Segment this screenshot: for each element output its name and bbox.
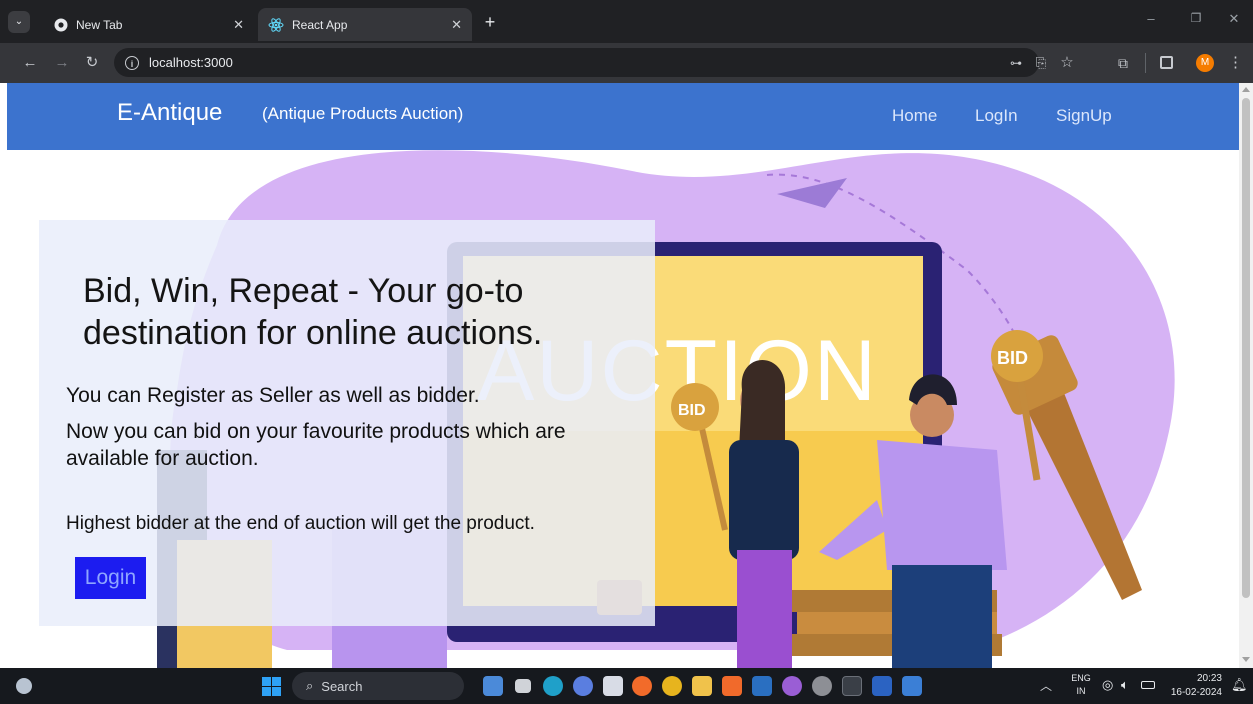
hero-line-winner: Highest bidder at the end of auction wil… — [66, 513, 535, 534]
bid-sign-text: BID — [997, 348, 1028, 368]
store-icon[interactable] — [603, 676, 623, 696]
region-code: IN — [1076, 686, 1086, 696]
bid-sign-text: BID — [678, 402, 706, 419]
weather-widget-icon[interactable] — [16, 678, 32, 694]
brand-tagline: (Antique Products Auction) — [262, 104, 464, 123]
language-indicator[interactable]: ENG IN — [1068, 672, 1094, 698]
tab-react-app[interactable]: React App ✕ — [258, 8, 472, 41]
vscode-icon[interactable] — [752, 676, 772, 696]
language-code: ENG — [1071, 673, 1091, 683]
terminal-icon[interactable] — [842, 676, 862, 696]
browser-tab-strip: ⌄ New Tab ✕ React App ✕ + – ❐ ✕ — [0, 0, 1253, 43]
windows-start-icon[interactable] — [262, 677, 281, 696]
scroll-up-icon[interactable] — [1242, 87, 1250, 92]
firefox-icon[interactable] — [632, 676, 652, 696]
clock-date: 16-02-2024 — [1170, 687, 1222, 698]
chevron-down-icon: ⌄ — [14, 16, 24, 27]
notification-bell-icon[interactable]: 🔔︎ — [1231, 677, 1248, 693]
cast-icon[interactable]: ⎘ — [1030, 43, 1052, 83]
volume-icon[interactable]: 🔈︎ — [1121, 677, 1129, 693]
close-tab-icon[interactable]: ✕ — [451, 17, 462, 33]
restore-button[interactable]: ❐ — [1185, 11, 1207, 25]
xampp-icon[interactable] — [722, 676, 742, 696]
brand-logo[interactable]: E-Antique — [117, 99, 222, 127]
word-icon[interactable] — [872, 676, 892, 696]
new-tab-button[interactable]: + — [480, 10, 500, 34]
network-icon[interactable]: ◎ — [1102, 677, 1113, 693]
battery-icon[interactable] — [1141, 681, 1155, 689]
address-bar[interactable]: i localhost:3000 — [114, 48, 1039, 77]
chrome-icon[interactable] — [662, 676, 682, 696]
avatar[interactable]: M — [1196, 54, 1214, 72]
web-page: E-Antique (Antique Products Auction) Hom… — [7, 83, 1239, 668]
file-explorer-icon[interactable] — [692, 676, 712, 696]
search-icon: ⌕ — [306, 678, 314, 693]
settings-gear-icon[interactable] — [812, 676, 832, 696]
copilot-icon[interactable] — [573, 676, 593, 696]
hero-line-seller: You can Register as Seller as well as bi… — [66, 384, 480, 407]
navbar: E-Antique (Antique Products Auction) Hom… — [7, 83, 1239, 150]
photos-icon[interactable] — [782, 676, 802, 696]
nav-link-signup[interactable]: SignUp — [1056, 106, 1112, 126]
tab-title: New Tab — [76, 17, 123, 32]
search-placeholder: Search — [321, 678, 363, 694]
hero-content-panel: Bid, Win, Repeat - Your go-to destinatio… — [39, 220, 655, 626]
clock-time: 20:23 — [1196, 673, 1222, 684]
forward-icon[interactable]: → — [50, 43, 74, 83]
taskbar: ⌕ Search ︿ ENG IN ◎ 🔈︎ 20:23 16-02-2024 … — [0, 668, 1253, 704]
scrollbar-thumb[interactable] — [1242, 98, 1250, 598]
hero-line-bid: Now you can bid on your favourite produc… — [66, 420, 566, 470]
chrome-icon — [54, 18, 68, 31]
url-text[interactable]: localhost:3000 — [149, 55, 233, 70]
more-menu-icon[interactable]: ⋮ — [1228, 43, 1243, 83]
clock[interactable]: 20:23 16-02-2024 — [1162, 672, 1222, 700]
snipping-tool-icon[interactable] — [902, 676, 922, 696]
extensions-icon[interactable]: ⧉ — [1112, 43, 1134, 83]
taskbar-search[interactable]: ⌕ Search — [292, 672, 464, 700]
scroll-down-icon[interactable] — [1242, 657, 1250, 662]
close-window-button[interactable]: ✕ — [1223, 11, 1245, 27]
react-icon — [268, 17, 284, 32]
reload-icon[interactable]: ↻ — [80, 43, 104, 83]
close-tab-icon[interactable]: ✕ — [233, 17, 244, 33]
tray-overflow-icon[interactable]: ︿ — [1040, 677, 1052, 694]
task-view-icon[interactable] — [515, 679, 531, 693]
hero-headline: Bid, Win, Repeat - Your go-to destinatio… — [83, 272, 543, 352]
side-panel-icon[interactable] — [1160, 56, 1173, 69]
login-button[interactable]: Login — [75, 557, 146, 599]
tab-search-button[interactable]: ⌄ — [8, 11, 30, 33]
page-scrollbar[interactable] — [1239, 83, 1253, 668]
nav-link-login[interactable]: LogIn — [975, 106, 1018, 126]
site-info-icon[interactable]: i — [125, 55, 139, 70]
back-icon[interactable]: ← — [18, 43, 42, 83]
password-key-icon[interactable]: ⊶ — [1005, 43, 1027, 83]
toolbar-divider — [1145, 53, 1146, 73]
widgets-app-icon[interactable] — [483, 676, 503, 696]
edge-icon[interactable] — [543, 676, 563, 696]
minimize-button[interactable]: – — [1140, 11, 1162, 26]
nav-link-home[interactable]: Home — [892, 106, 937, 126]
tab-new-tab[interactable]: New Tab ✕ — [44, 8, 254, 41]
tab-title: React App — [292, 17, 348, 32]
bookmark-star-icon[interactable]: ☆ — [1056, 43, 1078, 83]
